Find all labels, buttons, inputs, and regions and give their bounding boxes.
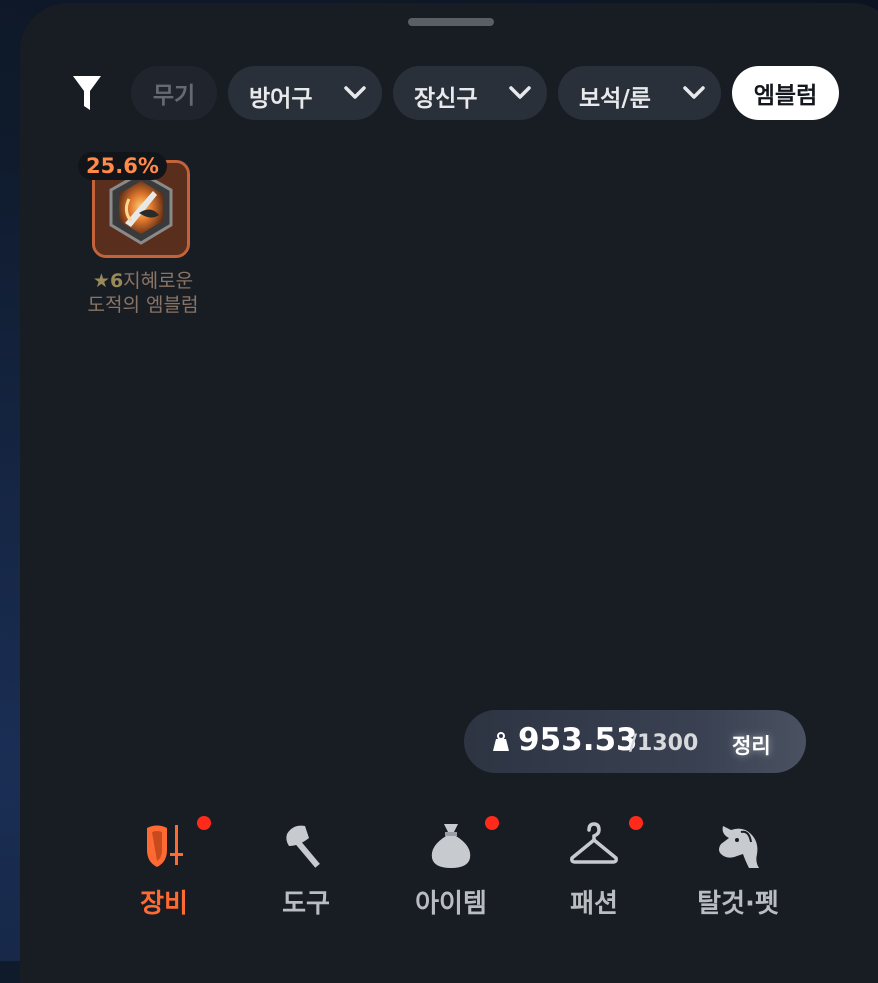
weight-capacity-panel: 953.53 /1300 정리 <box>464 710 806 773</box>
inventory-item[interactable]: 25.6% ★6지혜로운 도적의 엠블럼 <box>78 152 228 322</box>
filter-chip-weapon-label: 무기 <box>152 83 196 109</box>
axe-icon <box>281 820 331 870</box>
shield-sword-icon <box>139 820 189 870</box>
filter-chip-accessory-label: 장신구 <box>414 86 478 112</box>
item-name-line1: 지혜로운 <box>123 270 194 292</box>
weight-icon <box>492 732 510 752</box>
nav-item-equipment[interactable]: 장비 <box>104 810 224 920</box>
filter-chip-armor-label: 방어구 <box>249 86 313 112</box>
notification-dot <box>629 816 643 830</box>
notification-dot <box>485 816 499 830</box>
sort-button[interactable]: 정리 <box>732 730 771 760</box>
chevron-down-icon <box>682 82 706 104</box>
nav-item-fashion[interactable]: 패션 <box>534 810 654 920</box>
nav-label-items: 아이템 <box>415 889 487 919</box>
notification-dot <box>197 816 211 830</box>
drag-handle[interactable] <box>408 18 494 26</box>
chevron-down-icon <box>508 82 532 104</box>
horse-icon <box>713 820 763 870</box>
filter-chip-emblem[interactable]: 엠블럼 <box>732 66 839 120</box>
nav-item-mounts-pets[interactable]: 탈것·펫 <box>678 810 798 920</box>
nav-label-tools: 도구 <box>282 889 330 919</box>
hanger-icon <box>569 820 619 870</box>
item-percent-badge: 25.6% <box>78 152 167 180</box>
nav-item-items[interactable]: 아이템 <box>391 810 511 920</box>
nav-label-fashion: 패션 <box>570 889 618 919</box>
nav-label-equipment: 장비 <box>140 889 188 919</box>
weight-current: 953.53 <box>518 722 638 758</box>
nav-item-tools[interactable]: 도구 <box>246 810 366 920</box>
chevron-down-icon <box>343 82 367 104</box>
filter-chip-weapon[interactable]: 무기 <box>131 66 217 120</box>
filter-chip-gem-rune[interactable]: 보석/룬 <box>558 66 721 120</box>
bag-icon <box>426 820 476 870</box>
filter-chip-armor[interactable]: 방어구 <box>228 66 382 120</box>
item-name: ★6지혜로운 도적의 엠블럼 <box>78 269 208 317</box>
filter-icon[interactable] <box>72 73 102 113</box>
filter-chip-gem-rune-label: 보석/룬 <box>579 86 651 112</box>
filter-chip-emblem-label: 엠블럼 <box>753 83 818 109</box>
item-name-line2: 도적의 엠블럼 <box>87 294 199 316</box>
item-star-rank: ★6 <box>92 270 124 292</box>
nav-label-mounts-pets: 탈것·펫 <box>697 889 779 919</box>
bottom-nav: 장비 도구 아이템 패션 탈것·펫 <box>0 810 878 930</box>
weight-max: /1300 <box>629 731 699 756</box>
filter-chip-accessory[interactable]: 장신구 <box>393 66 547 120</box>
